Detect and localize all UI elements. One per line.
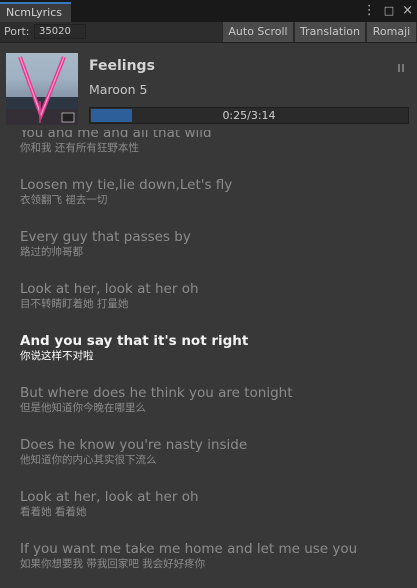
lyric-translation: 路过的帅哥都 (20, 246, 83, 258)
romaji-button[interactable]: Romaji (366, 22, 417, 42)
tab-ncmlyrics[interactable]: NcmLyrics (0, 2, 71, 22)
lyric-line-current[interactable]: And you say that it's not right 你说这样不对啦 (20, 333, 410, 363)
close-icon[interactable]: × (402, 2, 413, 20)
playback-progress-bar[interactable]: 0:25/3:14 (89, 107, 409, 124)
lyric-original: And you say that it's not right (20, 333, 249, 349)
lyric-line[interactable]: Every guy that passes by 路过的帅哥都 (20, 229, 410, 259)
tab-tools: ⋮ □ × (363, 2, 413, 20)
lyric-line[interactable]: If you want me take me home and let me u… (20, 541, 410, 571)
album-cover-art-icon (6, 56, 78, 125)
lyric-original: Every guy that passes by (20, 229, 191, 245)
more-options-icon[interactable]: ⋮ (363, 2, 376, 20)
maximize-icon[interactable]: □ (384, 2, 394, 20)
lyric-translation: 看着她 看着她 (20, 506, 87, 518)
lyric-original: If you want me take me home and let me u… (20, 541, 358, 557)
lyric-original: Does he know you're nasty inside (20, 437, 248, 453)
lyric-line[interactable]: But where does he think you are tonight … (20, 385, 410, 415)
toolbar: Port: 35020 Auto Scroll Translation Roma… (0, 22, 417, 43)
lyric-line[interactable]: You and me and all that wild 你和我 还有所有狂野本… (20, 130, 410, 155)
tab-title: NcmLyrics (6, 6, 62, 19)
translation-button[interactable]: Translation (294, 22, 366, 42)
lyric-translation: 目不转睛盯着她 打量她 (20, 298, 129, 310)
lyric-translation: 你说这样不对啦 (20, 350, 94, 362)
lyric-line[interactable]: Look at her, look at her oh 目不转睛盯着她 打量她 (20, 281, 410, 311)
port-input[interactable]: 35020 (34, 24, 86, 39)
port-label: Port: (4, 25, 30, 38)
auto-scroll-button[interactable]: Auto Scroll (222, 22, 294, 42)
lyric-line[interactable]: Does he know you're nasty inside 他知道你的内心… (20, 437, 410, 467)
lyric-original: But where does he think you are tonight (20, 385, 293, 401)
pause-icon[interactable] (398, 64, 404, 72)
lyric-original: Look at her, look at her oh (20, 489, 199, 505)
lyric-original: Loosen my tie,lie down,Let's fly (20, 177, 233, 193)
lyrics-list[interactable]: You and me and all that wild 你和我 还有所有狂野本… (0, 130, 417, 588)
lyric-translation: 他知道你的内心其实很下流么 (20, 454, 157, 466)
now-playing-panel: Feelings Maroon 5 0:25/3:14 (6, 50, 410, 128)
lyric-translation: 衣领翻飞 褪去一切 (20, 194, 108, 206)
lyric-line[interactable]: Loosen my tie,lie down,Let's fly 衣领翻飞 褪去… (20, 177, 410, 207)
lyric-translation: 如果你想要我 带我回家吧 我会好好疼你 (20, 558, 206, 570)
lyric-translation: 但是他知道你今晚在哪里么 (20, 402, 146, 414)
lyric-line[interactable]: Look at her, look at her oh 看着她 看着她 (20, 489, 410, 519)
lyric-original: You and me and all that wild (20, 130, 212, 141)
lyric-translation: 你和我 还有所有狂野本性 (20, 142, 139, 154)
song-title: Feelings (89, 58, 155, 74)
song-artist: Maroon 5 (89, 82, 148, 97)
album-cover (6, 53, 78, 125)
lyric-original: Look at her, look at her oh (20, 281, 199, 297)
window-tab-bar: NcmLyrics ⋮ □ × (0, 0, 417, 22)
progress-time: 0:25/3:14 (222, 109, 276, 122)
